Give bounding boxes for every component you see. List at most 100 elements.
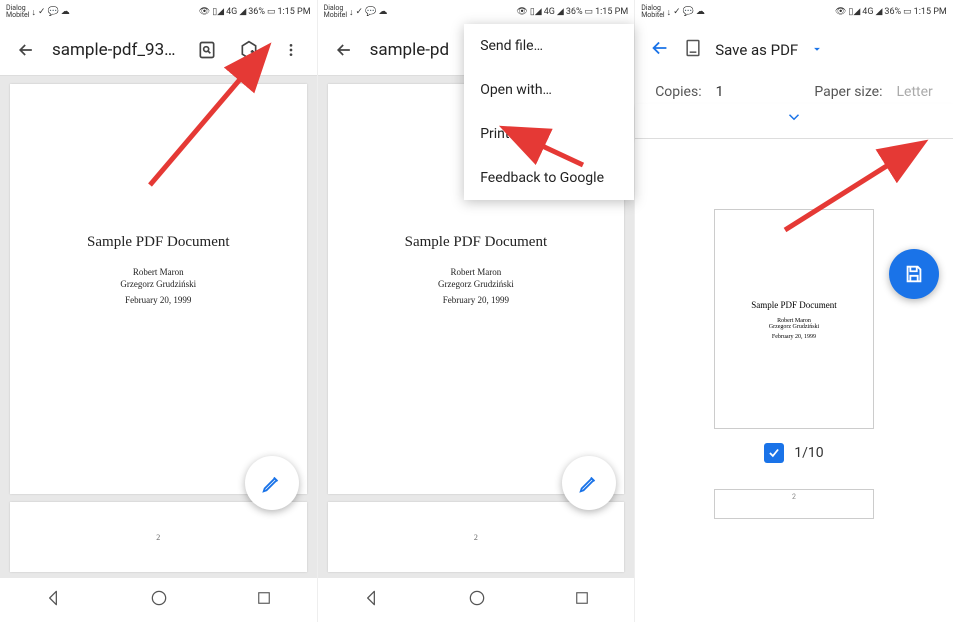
print-header: Save as PDF [635,24,953,76]
page-number: 2 [156,533,160,542]
paper-label: Paper size: [814,84,882,100]
copies-value[interactable]: 1 [716,84,724,100]
back-icon[interactable] [649,37,671,63]
battery-pct: 36% [248,7,265,17]
download-icon: ↓ [349,7,354,18]
nav-recent-icon[interactable] [573,589,591,611]
edit-fab[interactable] [245,456,299,510]
page-select-row[interactable]: 1/10 [764,443,823,463]
signal-icon: ▯◢ [848,7,860,17]
network-label: 4G [862,7,873,17]
carrier-bottom: Mobitel [6,12,29,19]
menu-item-feedback[interactable]: Feedback to Google [464,156,634,200]
doc-title: Sample PDF Document [405,234,548,251]
expand-toggle[interactable] [635,104,953,139]
find-icon[interactable] [191,34,223,66]
pdf-page-2: 2 [10,502,307,572]
clock: 1:15 PM [914,7,947,17]
page-number: 2 [792,493,796,501]
pdf-page-2: 2 [328,502,625,572]
clock: 1:15 PM [277,7,310,17]
header: sample-pdf_935… [0,24,317,76]
content[interactable]: Sample PDF Document Robert Maron Grzegor… [0,76,317,578]
doc-author1: Robert Maron [451,267,502,277]
doc-author2: Grzegorz Grudziński [769,324,819,330]
status-bar: Dialog Mobitel ↓ ✓ 💬 ☁ 👁 ▯◢ 4G ◢ 36% ▭ 1… [318,0,635,24]
overflow-menu: Send file… Open with… Print Feedback to … [464,24,634,200]
signal-icon: ▯◢ [212,7,224,17]
battery-pct: 36% [884,7,901,17]
doc-title: Sample PDF Document [751,300,837,310]
signal2-icon: ◢ [239,7,246,17]
doc-date: February 20, 1999 [125,295,191,305]
download-icon: ↓ [667,7,672,18]
menu-item-open-with[interactable]: Open with… [464,68,634,112]
edit-fab[interactable] [562,456,616,510]
carrier-bottom: Mobitel [324,12,347,19]
nav-home-icon[interactable] [467,588,487,612]
network-label: 4G [226,7,237,17]
doc-title: Sample PDF Document [87,234,230,251]
chat-icon: 💬 [48,7,59,17]
panel-print: Dialog Mobitel ↓ ✓ 💬 ☁ 👁 ▯◢ 4G ◢ 36% ▭ 1… [635,0,953,622]
download-icon: ↓ [31,7,36,18]
battery-pct: 36% [566,7,583,17]
menu-item-send[interactable]: Send file… [464,24,634,68]
cloud-icon: ☁ [378,7,387,17]
preview-page-1: Sample PDF Document Robert Maron Grzegor… [714,209,874,429]
file-title: sample-pdf_935… [52,40,181,60]
check-icon: ✓ [673,7,681,17]
back-icon[interactable] [10,34,42,66]
chat-icon: 💬 [365,7,376,17]
doc-author2: Grzegorz Grudziński [120,279,196,289]
copies-label: Copies: [655,84,701,100]
carrier-bottom: Mobitel [641,12,664,19]
more-icon[interactable] [275,34,307,66]
nav-home-icon[interactable] [149,588,169,612]
menu-item-print[interactable]: Print [464,112,634,156]
status-bar: Dialog Mobitel ↓ ✓ 💬 ☁ 👁 ▯◢ 4G ◢ 36% ▭ 1… [635,0,953,24]
save-fab[interactable] [889,249,939,299]
nav-back-icon[interactable] [43,588,63,612]
nav-back-icon[interactable] [361,588,381,612]
pdf-page-1: Sample PDF Document Robert Maron Grzegor… [10,84,307,494]
cloud-icon: ☁ [696,7,705,17]
doc-author1: Robert Maron [133,267,184,277]
nav-recent-icon[interactable] [255,589,273,611]
print-options: Copies: 1 Paper size: Letter [635,76,953,104]
clock: 1:15 PM [595,7,628,17]
nav-bar [0,578,317,622]
cloud-add-icon[interactable] [233,34,265,66]
doc-date: February 20, 1999 [443,295,509,305]
check-icon: ✓ [356,7,364,17]
checkbox-icon[interactable] [764,443,784,463]
page-counter: 1/10 [794,445,823,461]
battery-icon: ▭ [267,7,276,17]
check-icon: ✓ [38,7,46,17]
status-bar: Dialog Mobitel ↓ ✓ 💬 ☁ 👁 ▯◢ 4G ◢ 36% ▭ 1… [0,0,317,24]
cloud-icon: ☁ [61,7,70,17]
paper-value[interactable]: Letter [896,84,932,100]
doc-date: February 20, 1999 [772,334,816,340]
no-eye-icon: 👁 [199,7,210,17]
page-number: 2 [474,533,478,542]
nav-bar [318,578,635,622]
panel-menu: Dialog Mobitel ↓ ✓ 💬 ☁ 👁 ▯◢ 4G ◢ 36% ▭ 1… [318,0,636,622]
battery-icon: ▭ [903,7,912,17]
no-eye-icon: 👁 [835,7,846,17]
pdf-icon [683,38,703,62]
preview-page-2: 2 [714,489,874,519]
battery-icon: ▭ [585,7,594,17]
destination-label[interactable]: Save as PDF [715,41,798,59]
network-label: 4G [544,7,555,17]
print-preview[interactable]: Sample PDF Document Robert Maron Grzegor… [635,139,953,622]
signal-icon: ▯◢ [530,7,542,17]
signal2-icon: ◢ [557,7,564,17]
no-eye-icon: 👁 [516,7,527,17]
doc-author2: Grzegorz Grudziński [438,279,514,289]
chevron-down-icon[interactable] [810,41,824,60]
back-icon[interactable] [328,34,360,66]
panel-viewer: Dialog Mobitel ↓ ✓ 💬 ☁ 👁 ▯◢ 4G ◢ 36% ▭ 1… [0,0,318,622]
chat-icon: 💬 [683,7,694,17]
signal2-icon: ◢ [876,7,883,17]
